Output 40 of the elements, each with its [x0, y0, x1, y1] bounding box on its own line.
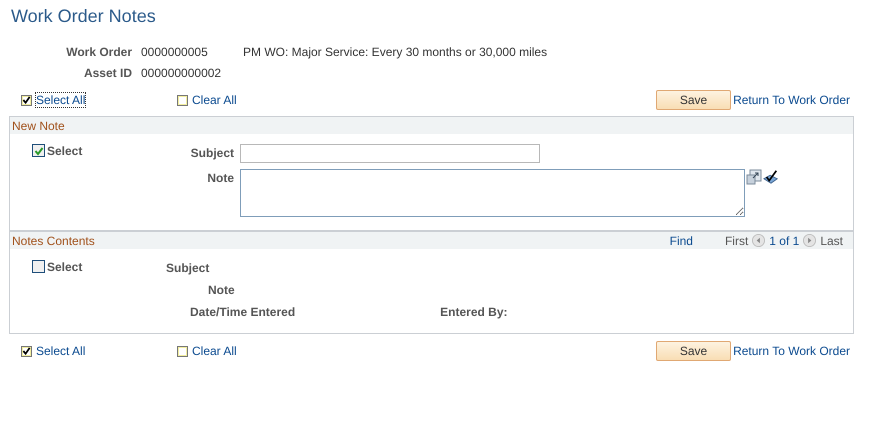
field-label: Work Order [65, 44, 132, 58]
select-checkbox[interactable] [32, 260, 45, 273]
field-description: PM WO: Major Service: Every 30 months or 30,000 miles [243, 44, 548, 58]
section-title: New Note [12, 118, 65, 132]
spell-check-icon[interactable] [763, 169, 779, 185]
note-label: Note [206, 170, 234, 185]
date-time-label: Date/Time Entered [190, 305, 296, 319]
subject-label: Subject [190, 145, 234, 160]
note-field[interactable] [240, 169, 745, 217]
select-all-link[interactable]: Select All [36, 344, 86, 358]
clear-all-checkbox[interactable] [177, 94, 188, 106]
next-icon[interactable] [803, 234, 816, 247]
page-title: Work Order Notes [11, 6, 157, 27]
select-label: Select [47, 144, 82, 158]
last-label: Last [820, 234, 843, 248]
entered-by-label: Entered By: [440, 305, 508, 319]
select-label: Select [47, 260, 82, 274]
return-link[interactable]: Return To Work Order [733, 344, 850, 358]
note-label: Note [208, 283, 235, 297]
subject-field[interactable] [240, 144, 540, 163]
select-all-checkbox[interactable] [21, 346, 32, 356]
find-link[interactable]: Find [670, 234, 693, 248]
clear-all-link[interactable]: Clear All [192, 344, 237, 358]
select-all-checkbox[interactable] [21, 94, 32, 106]
section-title: Notes Contents [12, 234, 95, 248]
field-value: 000000000002 [141, 66, 222, 80]
clear-all-checkbox[interactable] [177, 346, 188, 356]
select-all-link[interactable]: Select All [36, 93, 86, 107]
first-label: First [724, 234, 748, 248]
field-value: 0000000005 [141, 44, 209, 58]
expand-icon[interactable] [746, 169, 762, 185]
save-button[interactable]: Save [656, 90, 732, 110]
subject-label: Subject [166, 261, 210, 275]
previous-icon[interactable] [752, 234, 766, 247]
page-counter: 1 of 1 [769, 234, 800, 248]
return-link[interactable]: Return To Work Order [733, 93, 850, 107]
field-label: Asset ID [82, 66, 132, 80]
select-checkbox[interactable] [32, 144, 45, 157]
clear-all-link[interactable]: Clear All [192, 93, 237, 107]
save-button[interactable]: Save [656, 341, 732, 361]
